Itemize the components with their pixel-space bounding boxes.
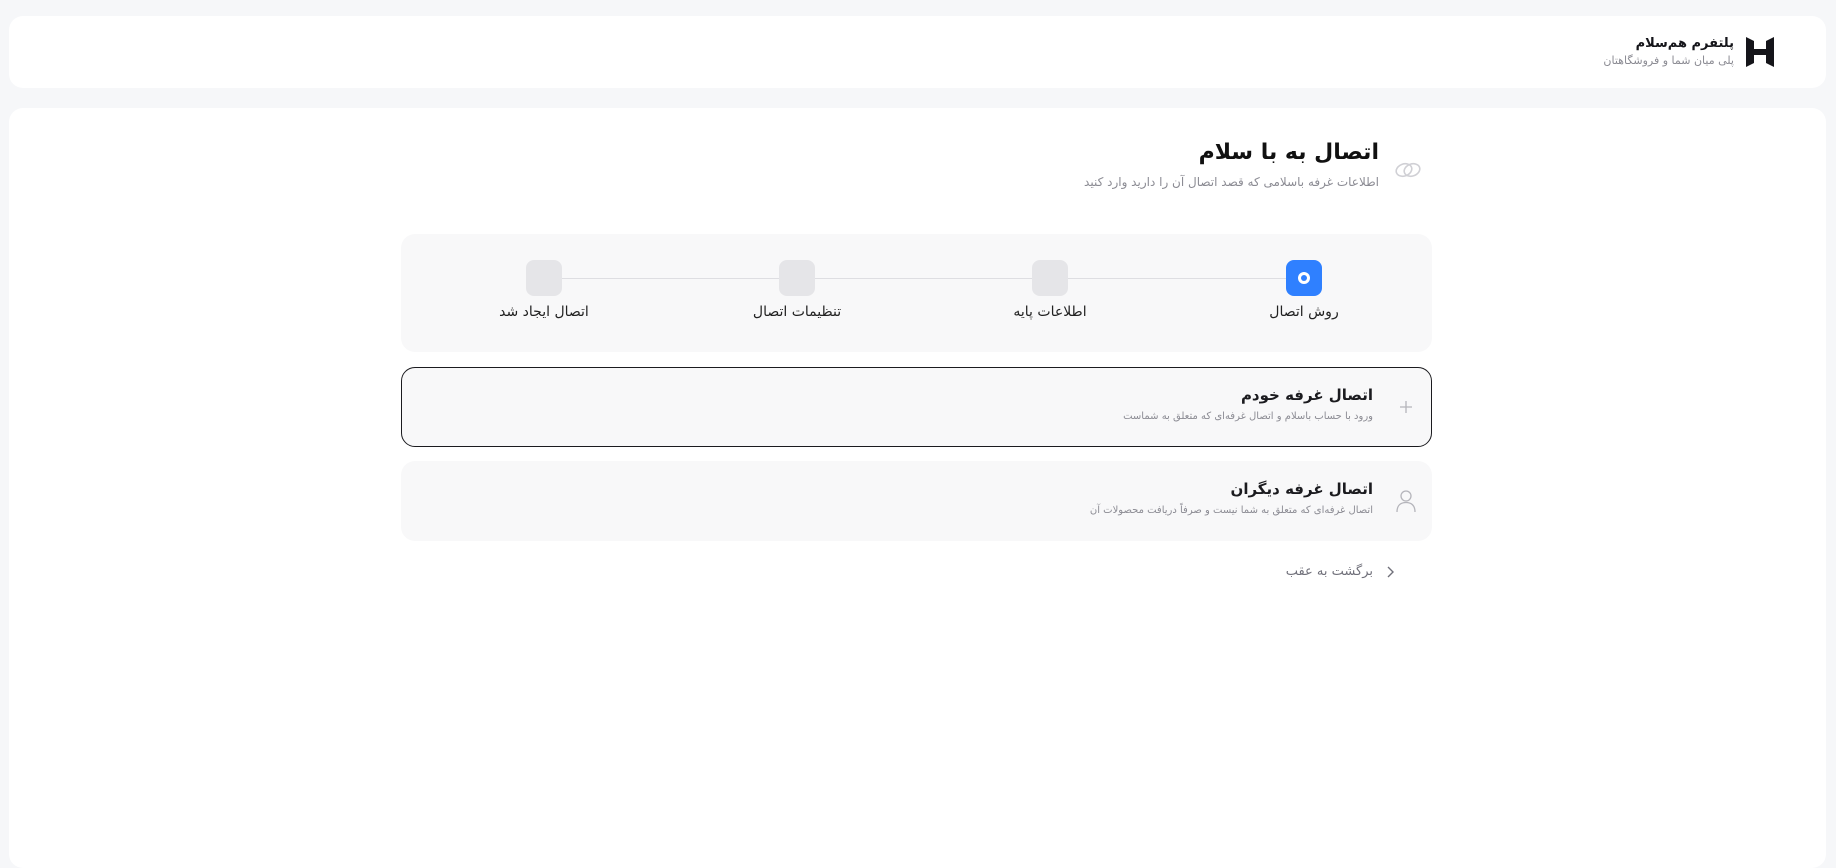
stepper-line <box>544 278 1304 279</box>
plus-icon <box>1393 394 1419 420</box>
option-title: اتصال غرفه دیگران <box>1230 480 1373 498</box>
step-indicator-active <box>1286 260 1322 296</box>
brand[interactable]: پلتفرم هم‌سلام پلی میان شما و فروشگاهتان <box>1603 34 1778 70</box>
brand-text: پلتفرم هم‌سلام پلی میان شما و فروشگاهتان <box>1603 35 1734 69</box>
back-link[interactable]: برگشت به عقب <box>1286 564 1397 579</box>
option-text: اتصال غرفه دیگران اتصال غرفه‌ای که متعلق… <box>1090 478 1373 519</box>
option-description: اتصال غرفه‌ای که متعلق به شما نیست و صرف… <box>1089 505 1373 516</box>
option-description: ورود با حساب باسلام و اتصال غرفه‌ای که م… <box>1123 411 1373 422</box>
page-title: اتصال به با سلام <box>1198 140 1379 165</box>
step-label: اتصال ایجاد شد <box>499 304 589 320</box>
chevron-right-icon <box>1387 566 1394 577</box>
logo-h-icon <box>1746 37 1774 67</box>
page-text: اتصال به با سلام اطلاعات غرفه باسلامی که… <box>1084 138 1379 190</box>
step-connection-method[interactable]: روش اتصال <box>1224 260 1384 320</box>
stepper: روش اتصال اطلاعات پایه تنظیمات اتصال اتص… <box>401 234 1432 352</box>
brand-subtitle: پلی میان شما و فروشگاهتان <box>1603 54 1734 67</box>
option-own-booth[interactable]: اتصال غرفه خودم ورود با حساب باسلام و ات… <box>401 367 1432 447</box>
option-others-booth[interactable]: اتصال غرفه دیگران اتصال غرفه‌ای که متعلق… <box>401 461 1432 541</box>
option-text: اتصال غرفه خودم ورود با حساب باسلام و ات… <box>1123 384 1373 425</box>
link-icon <box>1395 162 1421 178</box>
back-label: برگشت به عقب <box>1285 564 1373 579</box>
step-connection-settings[interactable]: تنظیمات اتصال <box>717 260 877 320</box>
main-panel: اتصال به با سلام اطلاعات غرفه باسلامی که… <box>9 108 1826 868</box>
step-label: اطلاعات پایه <box>1013 304 1087 320</box>
user-icon <box>1393 488 1419 514</box>
page-header: اتصال به با سلام اطلاعات غرفه باسلامی که… <box>1084 138 1423 190</box>
top-header: پلتفرم هم‌سلام پلی میان شما و فروشگاهتان <box>9 16 1826 88</box>
option-title: اتصال غرفه خودم <box>1240 386 1373 404</box>
step-label: روش اتصال <box>1269 304 1339 320</box>
page-description: اطلاعات غرفه باسلامی که قصد اتصال آن را … <box>1084 175 1379 189</box>
step-connection-created[interactable]: اتصال ایجاد شد <box>464 260 624 320</box>
brand-title: پلتفرم هم‌سلام <box>1635 36 1734 51</box>
step-basic-info[interactable]: اطلاعات پایه <box>970 260 1130 320</box>
step-indicator <box>526 260 562 296</box>
step-indicator <box>779 260 815 296</box>
step-label: تنظیمات اتصال <box>752 304 842 320</box>
step-indicator <box>1032 260 1068 296</box>
radio-dot-icon <box>1298 272 1310 284</box>
